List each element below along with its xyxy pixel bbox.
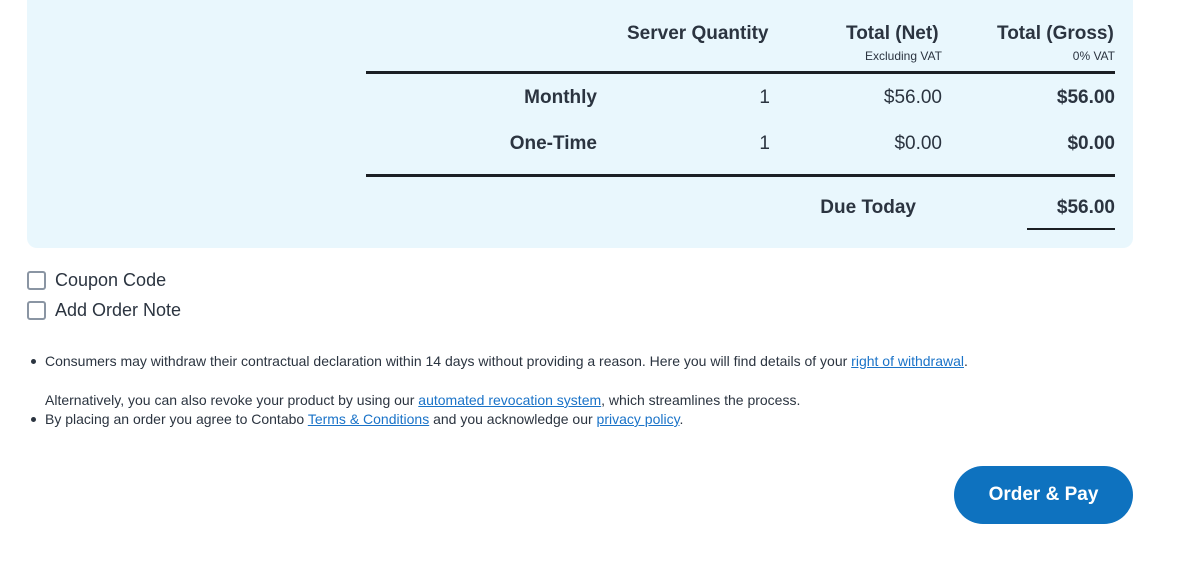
order-note-label[interactable]: Add Order Note [55,300,181,321]
withdrawal-notice: Consumers may withdraw their contractual… [45,353,968,369]
row-monthly-gross: $56.00 [1056,87,1115,108]
order-and-pay-button[interactable]: Order & Pay [954,466,1133,524]
order-note-checkbox[interactable] [27,301,46,320]
revocation-text: Alternatively, you can also revoke your … [45,392,419,408]
terms-and-conditions-link[interactable]: Terms & Conditions [308,411,429,427]
due-today-value: $56.00 [1056,197,1115,218]
header-total-net: Total (Net) [846,23,939,44]
terms-text-end: . [679,411,684,427]
due-today-label: Due Today [820,197,916,218]
table-bottom-rule [366,174,1115,177]
revocation-notice: Alternatively, you can also revoke your … [45,392,800,408]
coupon-code-checkbox[interactable] [27,271,46,290]
header-total-net-subtitle: Excluding VAT [865,49,942,63]
revocation-text-end: , which streamlines the process. [601,392,801,408]
privacy-policy-link[interactable]: privacy policy [597,411,680,427]
terms-text: By placing an order you agree to Contabo [45,411,308,427]
right-of-withdrawal-link[interactable]: right of withdrawal [851,353,964,369]
row-label-one-time: One-Time [509,133,597,154]
row-one-time-net: $0.00 [894,133,942,154]
table-top-rule [366,71,1115,74]
automated-revocation-system-link[interactable]: automated revocation system [418,392,601,408]
order-note-option[interactable]: Add Order Note [27,300,181,321]
bullet-icon [31,417,36,422]
terms-text-middle: and you acknowledge our [429,411,597,427]
row-label-monthly: Monthly [524,87,597,108]
row-monthly-quantity: 1 [759,87,770,108]
header-total-gross: Total (Gross) [997,23,1114,44]
order-summary-panel [27,0,1133,248]
withdrawal-text-end: . [964,353,968,369]
row-monthly-net: $56.00 [883,87,942,108]
row-one-time-quantity: 1 [759,133,770,154]
withdrawal-text: Consumers may withdraw their contractual… [45,353,852,369]
header-total-gross-subtitle: 0% VAT [1072,49,1115,63]
due-today-underline [1027,228,1115,230]
header-server-quantity: Server Quantity [627,23,769,44]
row-one-time-gross: $0.00 [1067,133,1115,154]
coupon-code-option[interactable]: Coupon Code [27,270,166,291]
bullet-icon [31,359,36,364]
coupon-code-label[interactable]: Coupon Code [55,270,166,291]
terms-notice: By placing an order you agree to Contabo… [45,411,683,427]
